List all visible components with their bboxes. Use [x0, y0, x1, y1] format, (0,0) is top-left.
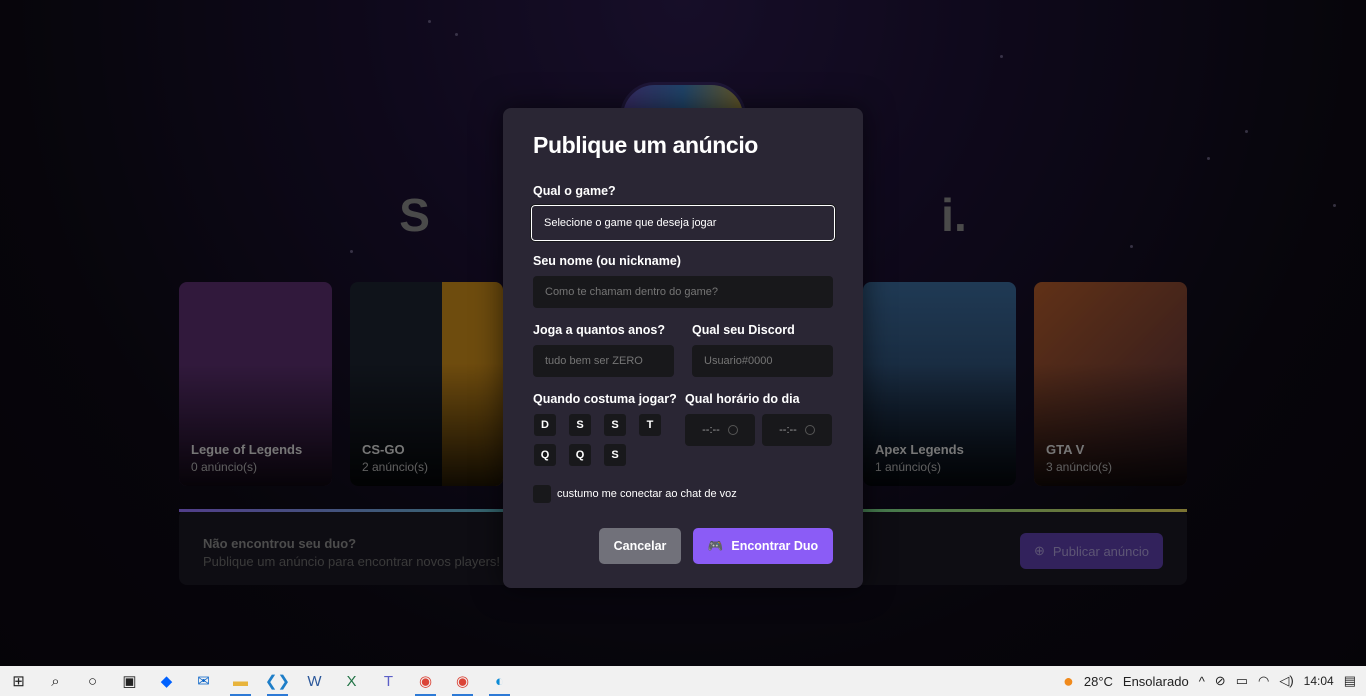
- gamepad-icon: 🎮: [707, 538, 724, 553]
- cancel-label: Cancelar: [613, 539, 667, 553]
- wifi-icon[interactable]: ◠: [1258, 673, 1269, 689]
- excel-icon[interactable]: X: [333, 666, 370, 696]
- search-icon[interactable]: ⌕: [37, 666, 74, 696]
- years-input[interactable]: [533, 345, 674, 377]
- task-view-icon[interactable]: ▣: [111, 666, 148, 696]
- network-status-icon[interactable]: ⊘: [1215, 673, 1226, 689]
- file-explorer-icon[interactable]: ▬: [222, 666, 259, 696]
- weather-condition[interactable]: Ensolarado: [1123, 674, 1189, 689]
- system-tray: ● 28°C Ensolarado ^ ⊘ ▭ ◠ ◁) 14:04 ▤: [1063, 666, 1366, 696]
- clock-icon: [804, 425, 815, 435]
- chrome-icon[interactable]: ◉: [444, 666, 481, 696]
- discord-label: Qual seu Discord: [692, 323, 795, 337]
- cortana-icon[interactable]: ○: [74, 666, 111, 696]
- windows-start-icon[interactable]: ⊞: [0, 666, 37, 696]
- edge-icon[interactable]: ◐: [481, 666, 518, 696]
- notifications-icon[interactable]: ▤: [1344, 673, 1356, 689]
- weekday-toggle[interactable]: S: [604, 444, 626, 466]
- years-label: Joga a quantos anos?: [533, 323, 665, 337]
- weekday-toggle[interactable]: Q: [534, 444, 556, 466]
- name-label: Seu nome (ou nickname): [533, 254, 681, 268]
- word-icon[interactable]: W: [296, 666, 333, 696]
- battery-icon[interactable]: ▭: [1236, 673, 1248, 689]
- game-label: Qual o game?: [533, 184, 616, 198]
- voice-chat-checkbox[interactable]: [533, 485, 551, 503]
- discord-input[interactable]: [692, 345, 833, 377]
- weekday-toggle[interactable]: T: [639, 414, 661, 436]
- hour-end-value: --:--: [779, 424, 797, 436]
- cancel-button[interactable]: Cancelar: [599, 528, 681, 564]
- weekday-toggle[interactable]: S: [569, 414, 591, 436]
- hour-end-input[interactable]: --:--: [762, 414, 832, 446]
- hour-start-input[interactable]: --:--: [685, 414, 755, 446]
- teams-icon[interactable]: T: [370, 666, 407, 696]
- chevron-up-icon[interactable]: ^: [1199, 674, 1205, 689]
- name-input[interactable]: [533, 276, 833, 308]
- weather-icon[interactable]: ●: [1063, 671, 1074, 692]
- volume-icon[interactable]: ◁): [1279, 673, 1293, 689]
- modal-title: Publique um anúncio: [533, 132, 758, 158]
- create-ad-modal: Publique um anúncio Qual o game? Selecio…: [503, 108, 863, 588]
- vscode-icon[interactable]: ❮❯: [259, 666, 296, 696]
- weekday-toggle[interactable]: Q: [569, 444, 591, 466]
- weekday-toggle[interactable]: D: [534, 414, 556, 436]
- voice-chat-label: custumo me conectar ao chat de voz: [557, 488, 737, 500]
- clock-text[interactable]: 14:04: [1304, 674, 1334, 688]
- chrome-icon[interactable]: ◉: [407, 666, 444, 696]
- hour-start-value: --:--: [702, 424, 720, 436]
- windows-taskbar: ⊞ ⌕ ○ ▣ ◆ ✉ ▬ ❮❯ W X T ◉ ◉ ◐ ● 28°C Enso…: [0, 666, 1366, 696]
- game-select[interactable]: Selecione o game que deseja jogar: [530, 204, 836, 242]
- weather-temperature[interactable]: 28°C: [1084, 674, 1113, 689]
- hours-label: Qual horário do dia: [685, 392, 800, 406]
- find-duo-label: Encontrar Duo: [731, 539, 819, 553]
- game-select-value: Selecione o game que deseja jogar: [544, 217, 717, 229]
- clock-icon: [727, 425, 738, 435]
- dropbox-icon[interactable]: ◆: [148, 666, 185, 696]
- days-label: Quando costuma jogar?: [533, 392, 677, 406]
- find-duo-button[interactable]: 🎮 Encontrar Duo: [693, 528, 833, 564]
- weekday-toggle[interactable]: S: [604, 414, 626, 436]
- mail-icon[interactable]: ✉: [185, 666, 222, 696]
